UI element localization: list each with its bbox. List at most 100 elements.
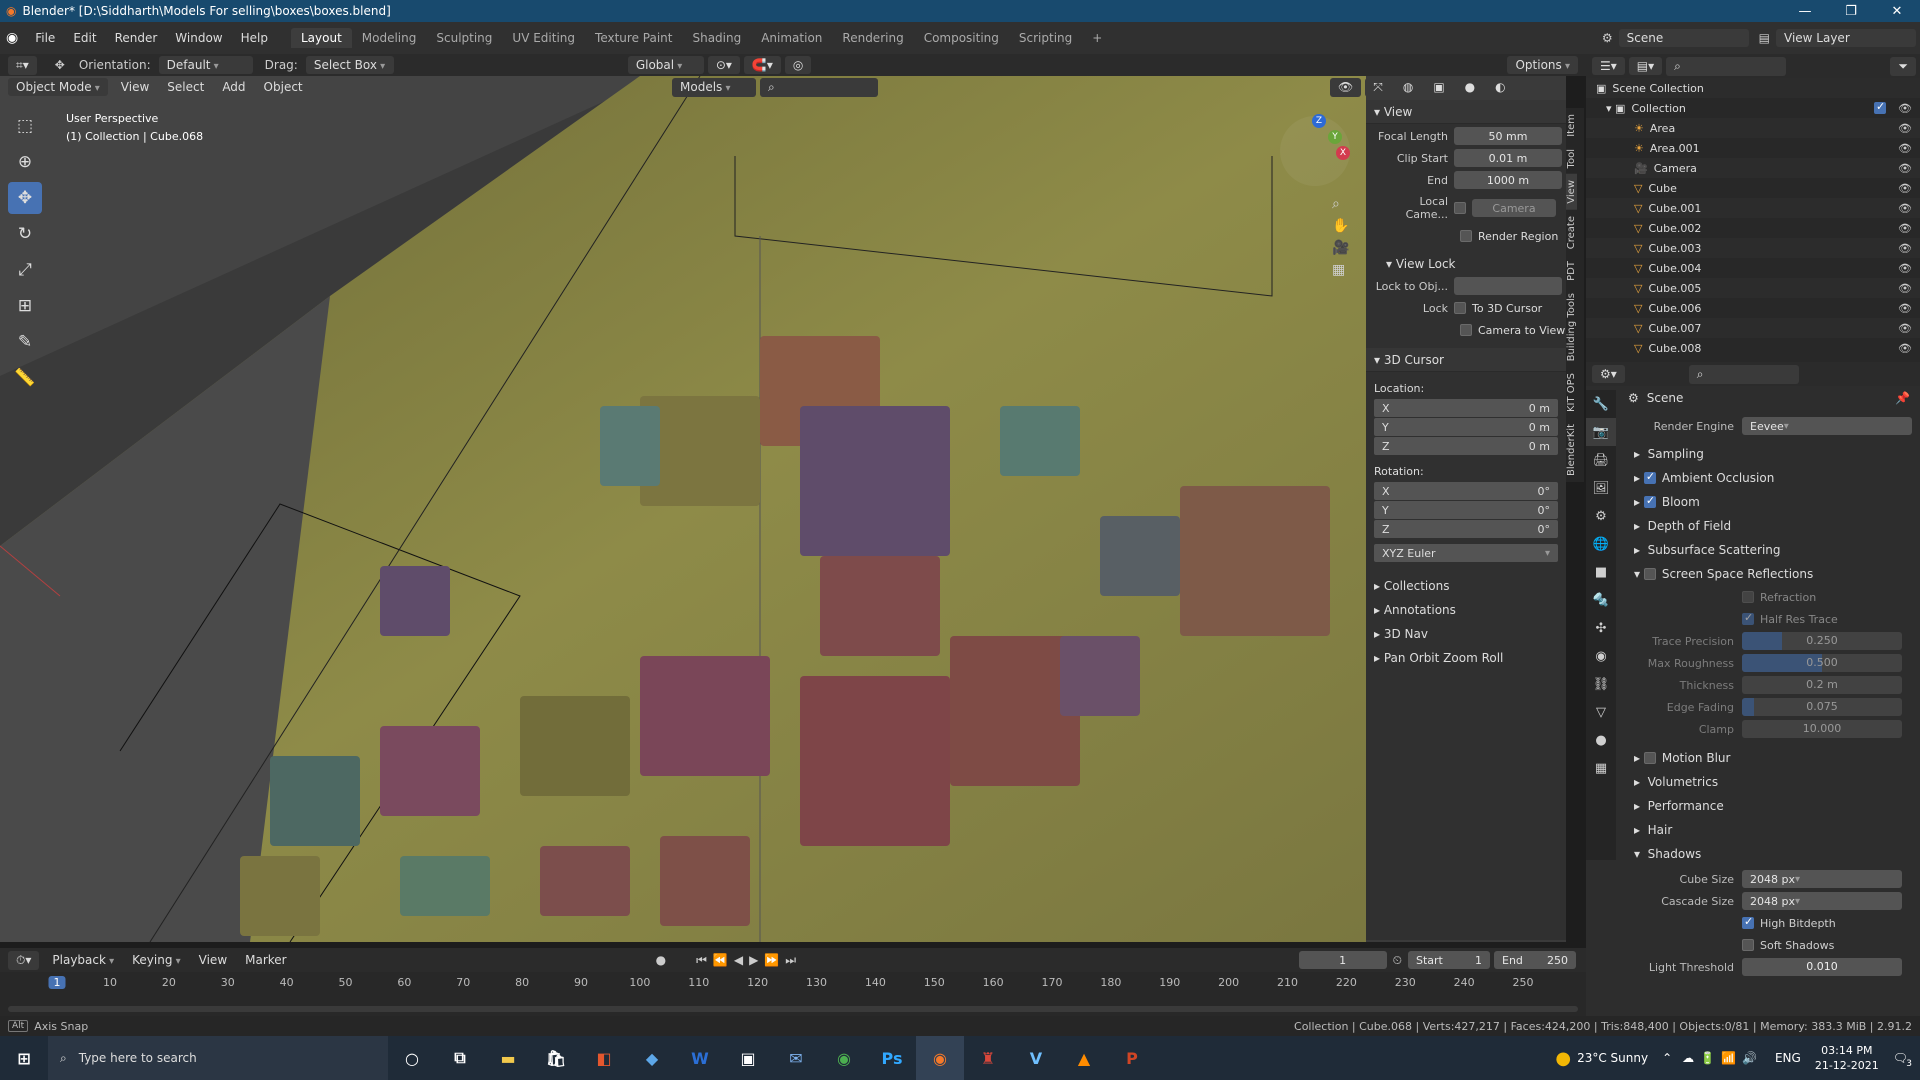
weather-text[interactable]: 23°C Sunny [1577, 1051, 1648, 1065]
app-icon[interactable]: ♜ [964, 1036, 1012, 1080]
tool-tab-icon[interactable]: 🔧 [1586, 390, 1616, 418]
menu-window[interactable]: Window [166, 31, 231, 45]
eye-icon[interactable]: 👁 [1898, 102, 1912, 115]
modifier-tab-icon[interactable]: 🔩 [1586, 586, 1616, 614]
constraints-tab-icon[interactable]: ⛓ [1586, 670, 1616, 698]
gizmo-toggle-icon[interactable]: ⤧ [1365, 78, 1391, 97]
ssr-checkbox[interactable] [1643, 568, 1656, 580]
mail-icon[interactable]: ✉ [772, 1036, 820, 1080]
panel-volumetrics[interactable]: ▸ Volumetrics [1620, 770, 1920, 794]
photoshop-icon[interactable]: Ps [868, 1036, 916, 1080]
tab-sculpting[interactable]: Sculpting [426, 28, 502, 48]
y-axis-icon[interactable]: Y [1328, 130, 1342, 144]
texture-tab-icon[interactable]: ▦ [1586, 754, 1616, 782]
file-explorer-icon[interactable]: ▬ [484, 1036, 532, 1080]
scene-selector[interactable]: Scene [1618, 29, 1749, 47]
editor-type-icon[interactable]: ⌗▾ [8, 55, 37, 75]
panel-sampling[interactable]: ▸ Sampling [1620, 442, 1920, 466]
viewport-menu-add[interactable]: Add [213, 80, 254, 94]
snap-icon[interactable]: 🧲▾ [743, 56, 781, 74]
tab-blenderkit[interactable]: BlenderKit [1566, 418, 1577, 482]
menu-edit[interactable]: Edit [64, 31, 105, 45]
blender-taskbar-icon[interactable]: ◉ [916, 1036, 964, 1080]
timeline[interactable]: 1 10 20 30 40 50 60 70 80 90 100 110 120 130 140 150 160… [0, 972, 1586, 1016]
viewport-menu-object[interactable]: Object [255, 80, 312, 94]
lock-to-object-field[interactable] [1454, 277, 1562, 295]
tab-view[interactable]: View [1566, 174, 1577, 210]
eye-icon[interactable]: 👁 [1898, 342, 1912, 355]
eye-icon[interactable]: 👁 [1898, 162, 1912, 175]
panel-depth-of-field[interactable]: ▸ Depth of Field [1620, 514, 1920, 538]
clip-end-field[interactable]: 1000 m [1454, 171, 1562, 189]
scale-tool-icon[interactable]: ⤢ [8, 254, 42, 286]
annotate-tool-icon[interactable]: ✎ [8, 326, 42, 358]
clock[interactable]: 03:14 PM 21-12-2021 [1815, 1043, 1879, 1073]
focal-length-field[interactable]: 50 mm [1454, 127, 1562, 145]
perspective-grid-icon[interactable]: ▦ [1332, 262, 1349, 278]
clamp-field[interactable]: 10.000 [1742, 720, 1902, 738]
notification-icon[interactable]: 🗨 3 [1893, 1051, 1912, 1069]
eye-icon[interactable]: 👁 [1898, 302, 1912, 315]
collections-panel[interactable]: ▸ Collections [1366, 576, 1566, 596]
timeline-view-menu[interactable]: View [190, 953, 236, 967]
cursor-rotation-z[interactable]: Z 0° [1374, 520, 1558, 538]
windows-start-icon[interactable]: ⊞ [0, 1036, 48, 1080]
panel-motion-blur[interactable]: ▸ Motion Blur [1620, 746, 1920, 770]
display-mode-icon[interactable]: ▤▾ [1628, 57, 1663, 75]
playback-menu[interactable]: Playback [43, 953, 123, 967]
particles-tab-icon[interactable]: ✣ [1586, 614, 1616, 642]
data-tab-icon[interactable]: ▽ [1586, 698, 1616, 726]
tab-shading[interactable]: Shading [682, 28, 751, 48]
filter-icon[interactable]: ⏷ [1890, 56, 1916, 76]
clip-start-field[interactable]: 0.01 m [1454, 149, 1562, 167]
view-section-header[interactable]: ▾ View [1366, 100, 1566, 124]
select-box-tool-icon[interactable]: ⬚ [8, 110, 42, 142]
current-frame-field[interactable]: 1 [1298, 951, 1387, 969]
tab-rendering[interactable]: Rendering [832, 28, 913, 48]
solid-shading-icon[interactable]: ● [1456, 78, 1484, 97]
cascade-size-dropdown[interactable]: 2048 px [1742, 892, 1902, 910]
restore-icon[interactable]: ❐ [1828, 4, 1874, 19]
tab-create[interactable]: Create [1566, 210, 1577, 255]
tray-chevron-icon[interactable]: ⌃ [1662, 1051, 1672, 1065]
eye-icon[interactable]: 👁 [1898, 242, 1912, 255]
panel-bloom[interactable]: ▸ Bloom [1620, 490, 1920, 514]
outliner-item[interactable]: ☀ Area.001 👁 [1586, 138, 1920, 158]
viewport-menu-select[interactable]: Select [158, 80, 213, 94]
camera-view-icon[interactable]: 🎥 [1332, 240, 1349, 256]
to-3d-cursor-checkbox[interactable] [1454, 302, 1466, 314]
properties-search-field[interactable]: ⌕ [1688, 364, 1799, 384]
transform-orientation-dropdown[interactable]: Global [627, 56, 704, 74]
refraction-checkbox[interactable] [1742, 591, 1754, 603]
render-tab-icon[interactable]: 📷 [1586, 418, 1616, 446]
menu-file[interactable]: File [26, 31, 64, 45]
powerpoint-icon[interactable]: P [1108, 1036, 1156, 1080]
transform-tool-icon[interactable]: ⊞ [8, 290, 42, 322]
collection-filter-dropdown[interactable]: Models [672, 78, 756, 97]
app-icon[interactable]: V [1012, 1036, 1060, 1080]
cortana-icon[interactable]: ○ [388, 1036, 436, 1080]
output-tab-icon[interactable]: 🖨 [1586, 446, 1616, 474]
timeline-scrollbar[interactable] [8, 1006, 1578, 1012]
tray-icons[interactable]: ☁🔋📶🔊 [1682, 1051, 1763, 1065]
tab-uv-editing[interactable]: UV Editing [502, 28, 585, 48]
half-res-trace-checkbox[interactable] [1742, 611, 1754, 625]
tab-pdt[interactable]: PDT [1566, 255, 1577, 287]
outliner-item[interactable]: ▽ Cube.002 👁 [1586, 218, 1920, 238]
outliner-item[interactable]: ▽ Cube.003 👁 [1586, 238, 1920, 258]
ambient-occlusion-checkbox[interactable] [1643, 470, 1656, 484]
mode-dropdown[interactable]: Object Mode [8, 78, 108, 96]
local-camera-field[interactable]: Camera [1472, 199, 1556, 217]
outliner-search-field[interactable]: ⌕ [1666, 56, 1787, 76]
z-axis-icon[interactable]: Z [1312, 114, 1326, 128]
view-lock-header[interactable]: ▾ View Lock [1366, 254, 1566, 274]
max-roughness-slider[interactable]: 0.500 [1742, 654, 1902, 672]
eye-icon[interactable]: 👁 [1898, 262, 1912, 275]
tab-compositing[interactable]: Compositing [914, 28, 1009, 48]
collection-checkbox[interactable] [1874, 100, 1886, 114]
taskbar-search[interactable]: ⌕ Type here to search [48, 1036, 388, 1080]
scene-tab-icon[interactable]: ⚙ [1586, 502, 1616, 530]
options-dropdown[interactable]: Options [1507, 56, 1578, 74]
panel-ambient-occlusion[interactable]: ▸ Ambient Occlusion [1620, 466, 1920, 490]
render-engine-dropdown[interactable]: Eevee [1742, 417, 1912, 435]
